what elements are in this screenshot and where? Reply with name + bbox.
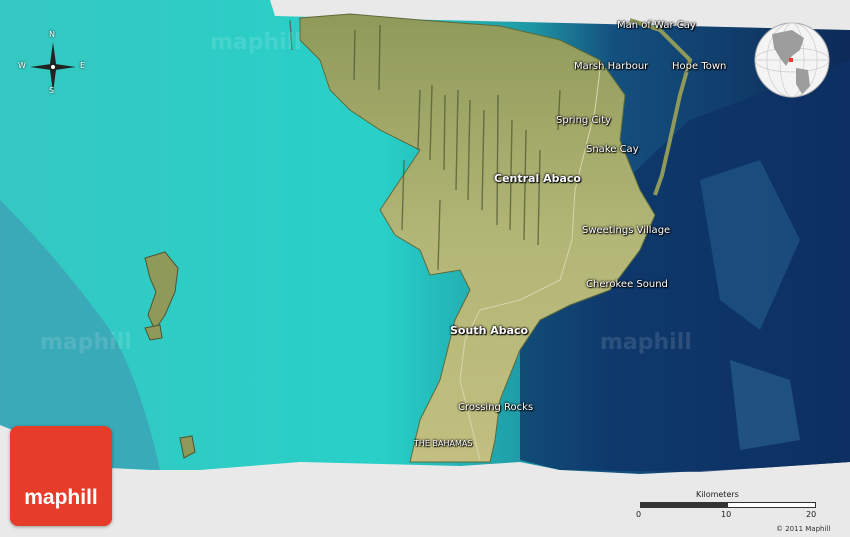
watermark: maphill <box>210 30 302 55</box>
compass-north: N <box>49 30 55 39</box>
place-label[interactable]: Snake Cay <box>586 144 639 155</box>
compass-west: W <box>18 61 26 70</box>
watermark: maphill <box>600 330 692 355</box>
copyright-text: © 2011 Maphill <box>776 525 831 533</box>
scale-tick: 20 <box>806 510 817 519</box>
place-label[interactable]: Spring City <box>556 115 611 126</box>
place-label[interactable]: Man of War Cay <box>617 20 696 31</box>
country-label[interactable]: THE BAHAMAS <box>414 439 472 448</box>
scale-tick: 10 <box>721 510 732 519</box>
place-label[interactable]: Marsh Harbour <box>574 61 648 72</box>
compass-south: S <box>49 86 55 95</box>
district-label[interactable]: South Abaco <box>450 324 528 337</box>
place-label[interactable]: Hope Town <box>672 61 726 72</box>
place-label[interactable]: Sweetings Village <box>582 225 670 236</box>
watermark: maphill <box>40 330 132 355</box>
scale-title: Kilometers <box>696 490 739 499</box>
locator-globe <box>752 20 832 100</box>
logo-text: maphill <box>24 486 98 509</box>
district-label[interactable]: Central Abaco <box>494 172 581 185</box>
place-label[interactable]: Crossing Rocks <box>458 402 533 413</box>
map-view[interactable]: maphill maphill maphill N S W E Man of W… <box>0 0 850 537</box>
maphill-logo[interactable]: maphill <box>10 426 112 526</box>
scale-bar: Kilometers 0 10 20 <box>636 490 818 522</box>
compass-east: E <box>80 61 86 70</box>
scale-tick: 0 <box>636 510 642 519</box>
terrain-map <box>0 0 850 474</box>
compass-rose: N S W E <box>18 30 88 100</box>
scale-bar-graphic <box>640 502 816 508</box>
place-label[interactable]: Cherokee Sound <box>586 279 668 290</box>
